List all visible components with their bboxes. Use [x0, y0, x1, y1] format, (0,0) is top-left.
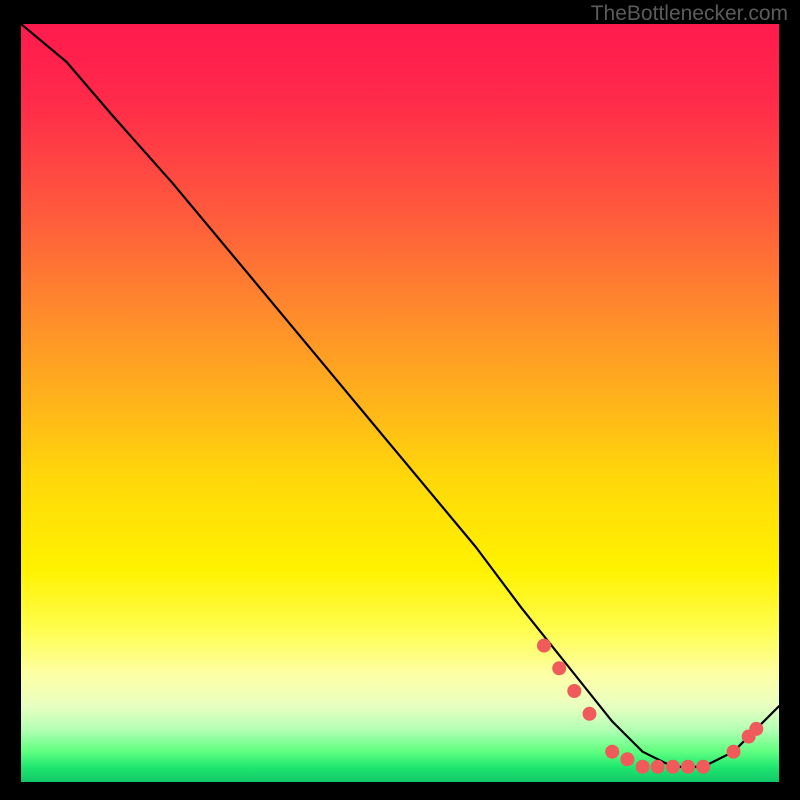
attribution-label: TheBottlenecker.com [591, 2, 788, 26]
curve-markers [537, 639, 763, 774]
chart-plot-area [21, 24, 779, 782]
chart-svg [21, 24, 779, 782]
curve-line [21, 24, 779, 767]
